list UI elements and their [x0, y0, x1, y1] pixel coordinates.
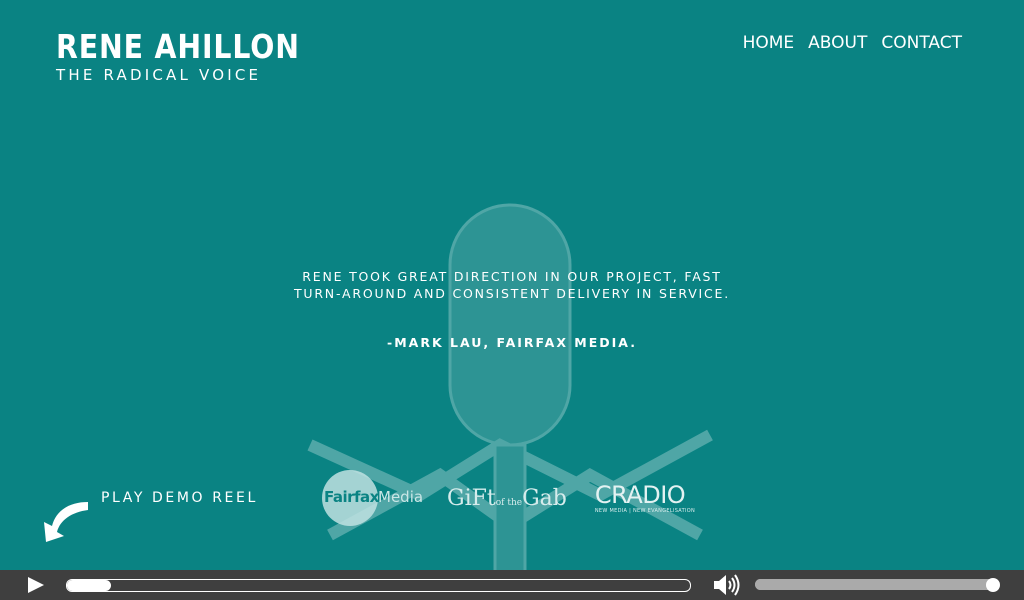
gab-part-3: Gab — [522, 485, 567, 511]
gab-part-1: GiFt — [447, 485, 496, 511]
client-logos: Fairfax Media GiFtof theGab CRADIO NEW M… — [322, 470, 695, 526]
brand-name: RENE AHILLON — [56, 27, 300, 66]
play-demo-reel-label: PLAY DEMO REEL — [101, 490, 258, 506]
main-nav: HOME ABOUT CONTACT — [743, 33, 962, 53]
audio-player — [0, 570, 1024, 600]
cradio-sub: NEW MEDIA | NEW EVANGELISATION — [594, 508, 696, 514]
nav-about[interactable]: ABOUT — [808, 33, 867, 53]
brand-tagline: THE RADICAL VOICE — [56, 66, 262, 84]
brand-logo[interactable]: RENE AHILLON THE RADICAL VOICE — [56, 27, 340, 85]
play-demo-reel-link[interactable]: PLAY DEMO REEL — [40, 488, 258, 544]
testimonial-line-1: RENE TOOK GREAT DIRECTION IN OUR PROJECT… — [302, 269, 722, 284]
testimonial-author: -MARK LAU, FAIRFAX MEDIA. — [387, 335, 637, 350]
volume-icon[interactable] — [712, 574, 740, 596]
testimonial-line-2: TURN-AROUND AND CONSISTENT DELIVERY IN S… — [293, 286, 731, 301]
progress-fill — [67, 580, 111, 591]
progress-bar[interactable] — [66, 579, 691, 592]
fairfax-brand: Fairfax — [324, 488, 379, 506]
nav-home[interactable]: HOME — [743, 33, 795, 53]
gift-of-the-gab-logo: GiFtof theGab — [447, 486, 567, 511]
cradio-main: CRADIO — [594, 481, 686, 509]
fairfax-media-logo: Fairfax Media — [322, 470, 432, 526]
testimonial-quote: RENE TOOK GREAT DIRECTION IN OUR PROJECT… — [0, 268, 1024, 302]
gab-part-2: of the — [495, 497, 523, 508]
volume-knob[interactable] — [986, 578, 1000, 592]
volume-fill — [755, 579, 998, 590]
fairfax-suffix: Media — [378, 488, 424, 506]
volume-slider[interactable] — [755, 578, 1000, 592]
curved-arrow-icon — [44, 502, 88, 542]
play-icon[interactable] — [28, 577, 44, 593]
cradio-logo: CRADIO NEW MEDIA | NEW EVANGELISATION — [595, 482, 695, 514]
hero-section: RENE AHILLON THE RADICAL VOICE HOME ABOU… — [0, 0, 1024, 570]
nav-contact[interactable]: CONTACT — [881, 33, 962, 53]
